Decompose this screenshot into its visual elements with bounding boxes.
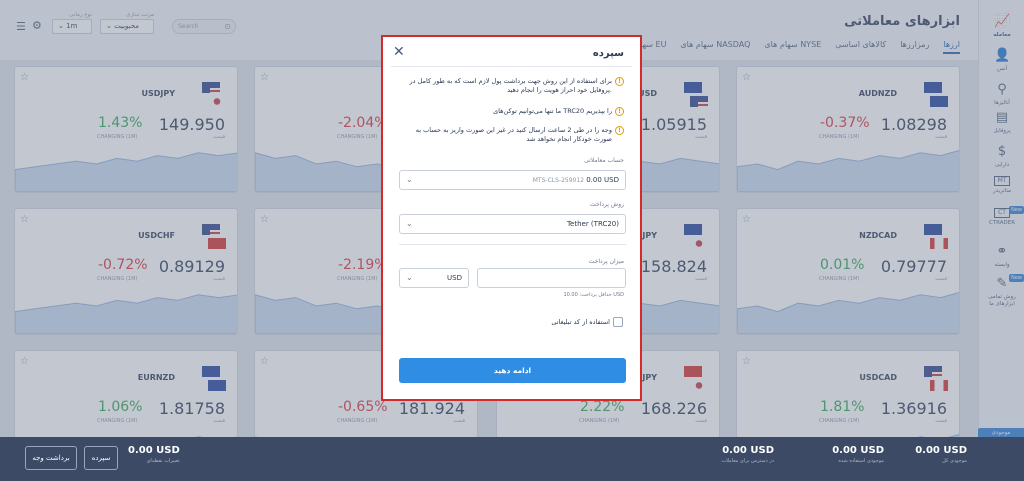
margin-summary: 0.00 USD موجودی استفاده شده bbox=[832, 445, 884, 464]
warning-icon: ! bbox=[615, 126, 624, 135]
amount-label: میزان پرداخت bbox=[588, 258, 624, 265]
continue-button[interactable]: ادامه دهید bbox=[399, 358, 626, 383]
account-status-bar: 0.00 USD موجودی کل 0.00 USD موجودی استفا… bbox=[0, 437, 1024, 481]
account-select[interactable]: ⌄ MTS-CLS-259012 0.00 USD bbox=[399, 170, 626, 190]
modal-divider bbox=[391, 66, 632, 67]
chevron-down-icon: ⌄ bbox=[406, 219, 413, 228]
currency-select[interactable]: ⌄ USD bbox=[399, 268, 469, 288]
margin-value: 0.00 USD bbox=[832, 445, 884, 456]
notice-timeout: ! وجه را در طی 2 ساعت ارسال کنید در غیر … bbox=[396, 126, 624, 144]
promo-checkbox[interactable] bbox=[613, 317, 623, 327]
notice-text: ما تنها می‌توانیم توکن‌های TRC20 را بپذی… bbox=[493, 107, 612, 115]
form-divider bbox=[399, 244, 626, 245]
deposit-button[interactable]: سپرده bbox=[84, 446, 118, 470]
margin-label: موجودی استفاده شده bbox=[838, 458, 884, 464]
method-label: روش پرداخت bbox=[590, 201, 624, 208]
balance-label: موجودی کل bbox=[942, 458, 967, 464]
close-icon[interactable]: ✕ bbox=[393, 44, 405, 60]
chevron-down-icon: ⌄ bbox=[406, 175, 413, 184]
modal-title: سپرده bbox=[592, 48, 624, 59]
free-summary: 0.00 USD در دسترس برای معاملات bbox=[721, 445, 774, 464]
withdraw-button[interactable]: برداشت وجه bbox=[25, 446, 77, 470]
notice-trc20: ! ما تنها می‌توانیم توکن‌های TRC20 را بپ… bbox=[396, 107, 624, 116]
balance-value: 0.00 USD bbox=[915, 445, 967, 456]
payment-method-select[interactable]: ⌄ Tether (TRC20) bbox=[399, 214, 626, 234]
notice-text: برای استفاده از این روش جهت برداشت پول ل… bbox=[409, 77, 613, 94]
account-value: 0.00 USD bbox=[586, 176, 619, 184]
balance-summary: 0.00 USD موجودی کل bbox=[915, 445, 967, 464]
pnl-summary: 0.00 USD تغییرات نقطه‌ای bbox=[128, 445, 180, 464]
deposit-modal: ✕ سپرده ! برای استفاده از این روش جهت بر… bbox=[381, 35, 642, 401]
notice-text: وجه را در طی 2 ساعت ارسال کنید در غیر ای… bbox=[415, 126, 612, 143]
warning-icon: ! bbox=[615, 77, 624, 86]
promo-label: استفاده از کد تبلیغاتی bbox=[551, 318, 610, 326]
free-label: در دسترس برای معاملات bbox=[721, 458, 774, 464]
pnl-label: تغییرات نقطه‌ای bbox=[146, 458, 180, 464]
pnl-value: 0.00 USD bbox=[128, 445, 180, 456]
min-amount-hint: حداقل پرداخت: 10.00 USD bbox=[563, 292, 624, 298]
chevron-down-icon: ⌄ bbox=[406, 273, 413, 282]
method-value: Tether (TRC20) bbox=[566, 220, 619, 228]
account-id: MTS-CLS-259012 bbox=[532, 177, 584, 184]
notice-verification: ! برای استفاده از این روش جهت برداشت پول… bbox=[396, 77, 624, 95]
free-value: 0.00 USD bbox=[722, 445, 774, 456]
warning-icon: ! bbox=[615, 107, 624, 116]
account-label: حساب معاملاتی bbox=[584, 157, 624, 164]
amount-input[interactable] bbox=[477, 268, 626, 288]
currency-value: USD bbox=[447, 274, 462, 282]
